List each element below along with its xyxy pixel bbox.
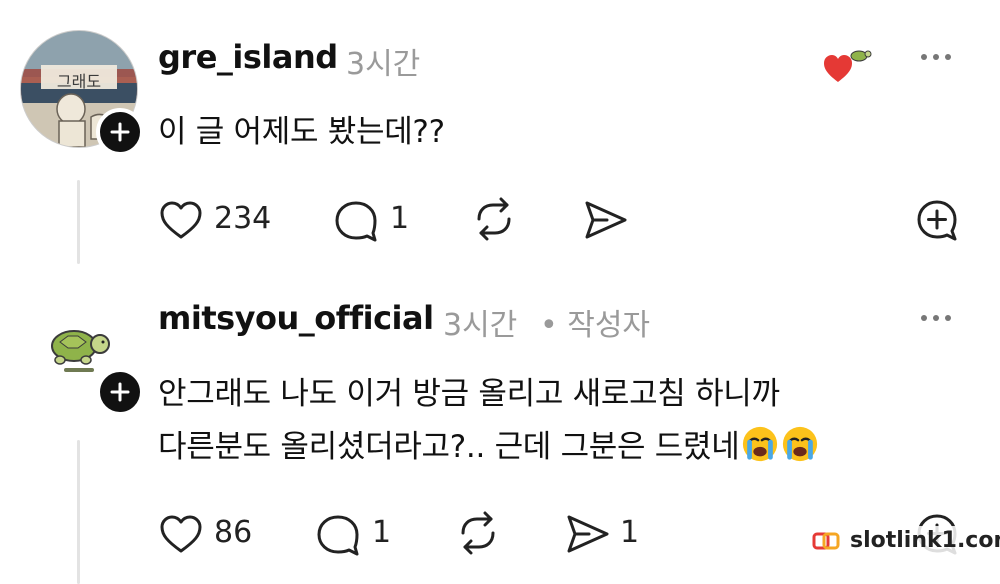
more-options-button[interactable] <box>921 315 951 321</box>
add-reaction-button[interactable] <box>913 197 961 243</box>
avatar-label: 그래도 <box>56 72 102 91</box>
heart-outline-icon <box>160 201 202 239</box>
follow-button[interactable] <box>96 368 144 416</box>
repost-icon <box>477 197 511 241</box>
reply-count: 1 <box>390 201 410 236</box>
turtle-icon <box>850 50 872 62</box>
send-icon <box>567 515 609 553</box>
like-count: 234 <box>214 201 272 236</box>
follow-button[interactable] <box>96 108 144 156</box>
like-button[interactable] <box>158 513 204 555</box>
avatar[interactable] <box>40 318 116 376</box>
reply-button[interactable] <box>332 198 380 244</box>
more-options-button[interactable] <box>921 54 951 60</box>
author-badge: • 작성자 <box>540 308 651 343</box>
comment-text: 이 글 어제도 봤는데?? <box>158 114 445 150</box>
share-button[interactable] <box>582 198 630 242</box>
plus-icon <box>110 382 130 402</box>
reply-button[interactable] <box>314 512 362 558</box>
username[interactable]: gre_island <box>158 38 338 76</box>
crying-face-icon <box>743 426 778 462</box>
reply-count: 1 <box>372 515 392 550</box>
send-icon <box>585 201 627 239</box>
repost-icon <box>461 511 495 555</box>
timestamp: 3시간 <box>346 47 421 82</box>
comment-text-line-2-row: 다른분도 올리셨더라고?.. 근데 그분은 드렸네 <box>158 421 819 466</box>
speech-bubble-icon <box>335 201 377 242</box>
like-count: 86 <box>214 515 253 550</box>
watermark-text: slotlink1.com <box>850 528 1000 553</box>
author-liked-indicator <box>822 46 874 86</box>
plus-icon <box>110 122 130 142</box>
thread-line <box>77 180 80 264</box>
crying-face-icon <box>783 426 818 462</box>
repost-button[interactable] <box>470 196 518 242</box>
watermark: slotlink1.com <box>808 526 1000 555</box>
share-count: 1 <box>620 515 640 550</box>
speech-bubble-icon <box>317 515 359 556</box>
share-button[interactable] <box>564 512 612 556</box>
heart-outline-icon <box>160 515 202 553</box>
thread-line <box>77 440 80 584</box>
timestamp: 3시간 <box>443 308 518 343</box>
comment-text-line-1: 안그래도 나도 이거 방금 올리고 새로고침 하니까 <box>158 376 780 412</box>
repost-button[interactable] <box>454 510 502 556</box>
link-logo-icon <box>812 532 840 549</box>
add-comment-icon <box>917 200 957 241</box>
comment-text-line-2: 다른분도 올리셨더라고?.. 근데 그분은 드렸네 <box>158 429 740 465</box>
like-button[interactable] <box>158 199 204 241</box>
username[interactable]: mitsyou_official <box>158 299 434 337</box>
